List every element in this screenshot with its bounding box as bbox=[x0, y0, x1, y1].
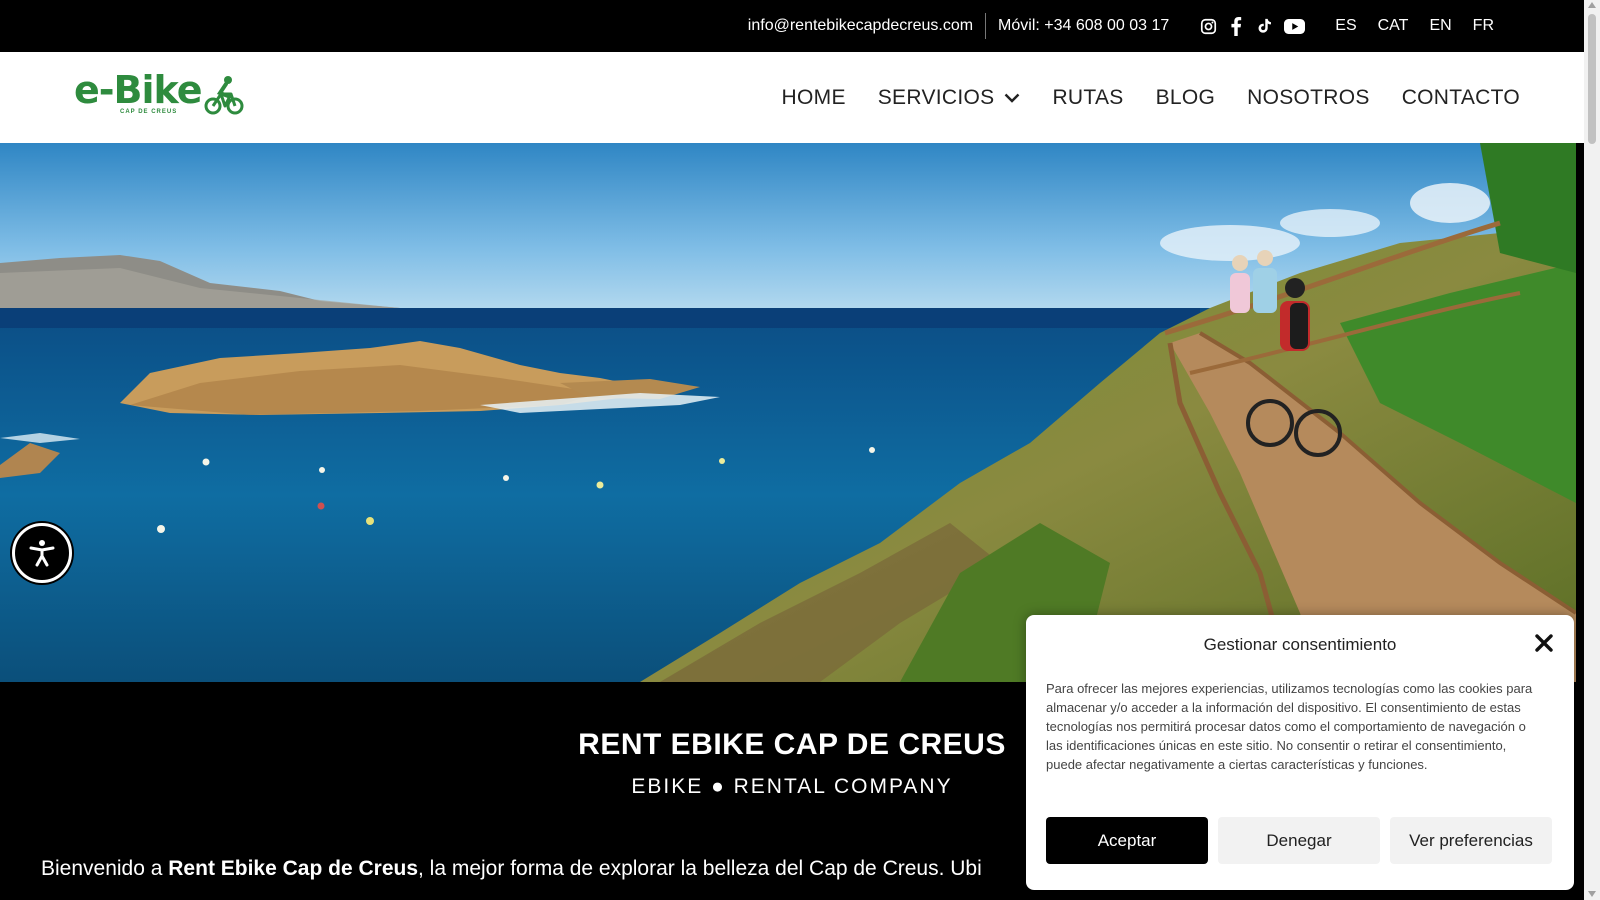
hero-image bbox=[0, 143, 1576, 682]
main-nav: HOME SERVICIOS RUTAS BLOG NOSOTROS CONTA… bbox=[782, 52, 1520, 143]
deny-button[interactable]: Denegar bbox=[1218, 817, 1380, 864]
site-logo[interactable]: e-Bike CAP DE CREUS bbox=[74, 70, 244, 120]
phone-link[interactable]: Móvil: +34 608 00 03 17 bbox=[986, 13, 1169, 39]
close-button[interactable] bbox=[1532, 631, 1556, 655]
nav-rutas[interactable]: RUTAS bbox=[1052, 86, 1123, 110]
nav-servicios-label: SERVICIOS bbox=[877, 85, 995, 109]
nav-nosotros[interactable]: NOSOTROS bbox=[1247, 86, 1370, 110]
youtube-icon[interactable] bbox=[1283, 17, 1305, 35]
consent-description: Para ofrecer las mejores experiencias, u… bbox=[1046, 681, 1533, 772]
lang-cat[interactable]: CAT bbox=[1378, 17, 1409, 35]
consent-actions: Aceptar Denegar Ver preferencias bbox=[1046, 817, 1552, 864]
intro-prefix: Bienvenido a bbox=[41, 857, 169, 880]
cookie-consent-dialog: Gestionar consentimiento Para ofrecer la… bbox=[1026, 615, 1574, 890]
tiktok-icon[interactable] bbox=[1255, 17, 1273, 35]
chevron-down-icon bbox=[1005, 93, 1020, 103]
close-icon bbox=[1535, 634, 1553, 652]
language-switcher: ES CAT EN FR bbox=[1335, 17, 1494, 35]
coastal-boardwalk-photo bbox=[0, 143, 1576, 682]
nav-servicios[interactable]: SERVICIOS bbox=[878, 86, 1021, 110]
logo-subtitle: CAP DE CREUS bbox=[120, 109, 178, 115]
top-bar: info@rentebikecapdecreus.com Móvil: +34 … bbox=[0, 0, 1584, 52]
lang-en[interactable]: EN bbox=[1429, 17, 1451, 35]
scroll-down-arrow[interactable] bbox=[1588, 891, 1596, 897]
main-header: e-Bike CAP DE CREUS HOME SERVICIOS RUTAS… bbox=[0, 52, 1584, 143]
accessibility-icon bbox=[29, 540, 55, 567]
lang-fr[interactable]: FR bbox=[1473, 17, 1494, 35]
preferences-button[interactable]: Ver preferencias bbox=[1390, 817, 1552, 864]
instagram-icon[interactable] bbox=[1199, 17, 1217, 35]
scroll-thumb[interactable] bbox=[1588, 14, 1596, 144]
nav-contacto[interactable]: CONTACTO bbox=[1402, 86, 1520, 110]
scroll-up-arrow[interactable] bbox=[1588, 2, 1596, 8]
lang-es[interactable]: ES bbox=[1335, 17, 1356, 35]
intro-suffix: , la mejor forma de explorar la belleza … bbox=[418, 857, 982, 880]
social-links bbox=[1199, 16, 1305, 36]
logo-text: e-Bike bbox=[74, 68, 203, 112]
email-link[interactable]: info@rentebikecapdecreus.com bbox=[748, 13, 987, 39]
page-scrollbar[interactable] bbox=[1584, 0, 1600, 900]
nav-blog[interactable]: BLOG bbox=[1156, 86, 1216, 110]
nav-home[interactable]: HOME bbox=[782, 86, 846, 110]
accessibility-button[interactable] bbox=[12, 523, 72, 583]
facebook-icon[interactable] bbox=[1227, 16, 1245, 36]
bike-rider-icon bbox=[204, 76, 244, 115]
intro-paragraph: Bienvenido a Rent Ebike Cap de Creus, la… bbox=[41, 857, 1031, 881]
accept-button[interactable]: Aceptar bbox=[1046, 817, 1208, 864]
consent-title: Gestionar consentimiento bbox=[1203, 635, 1397, 654]
intro-brand: Rent Ebike Cap de Creus bbox=[168, 857, 418, 880]
